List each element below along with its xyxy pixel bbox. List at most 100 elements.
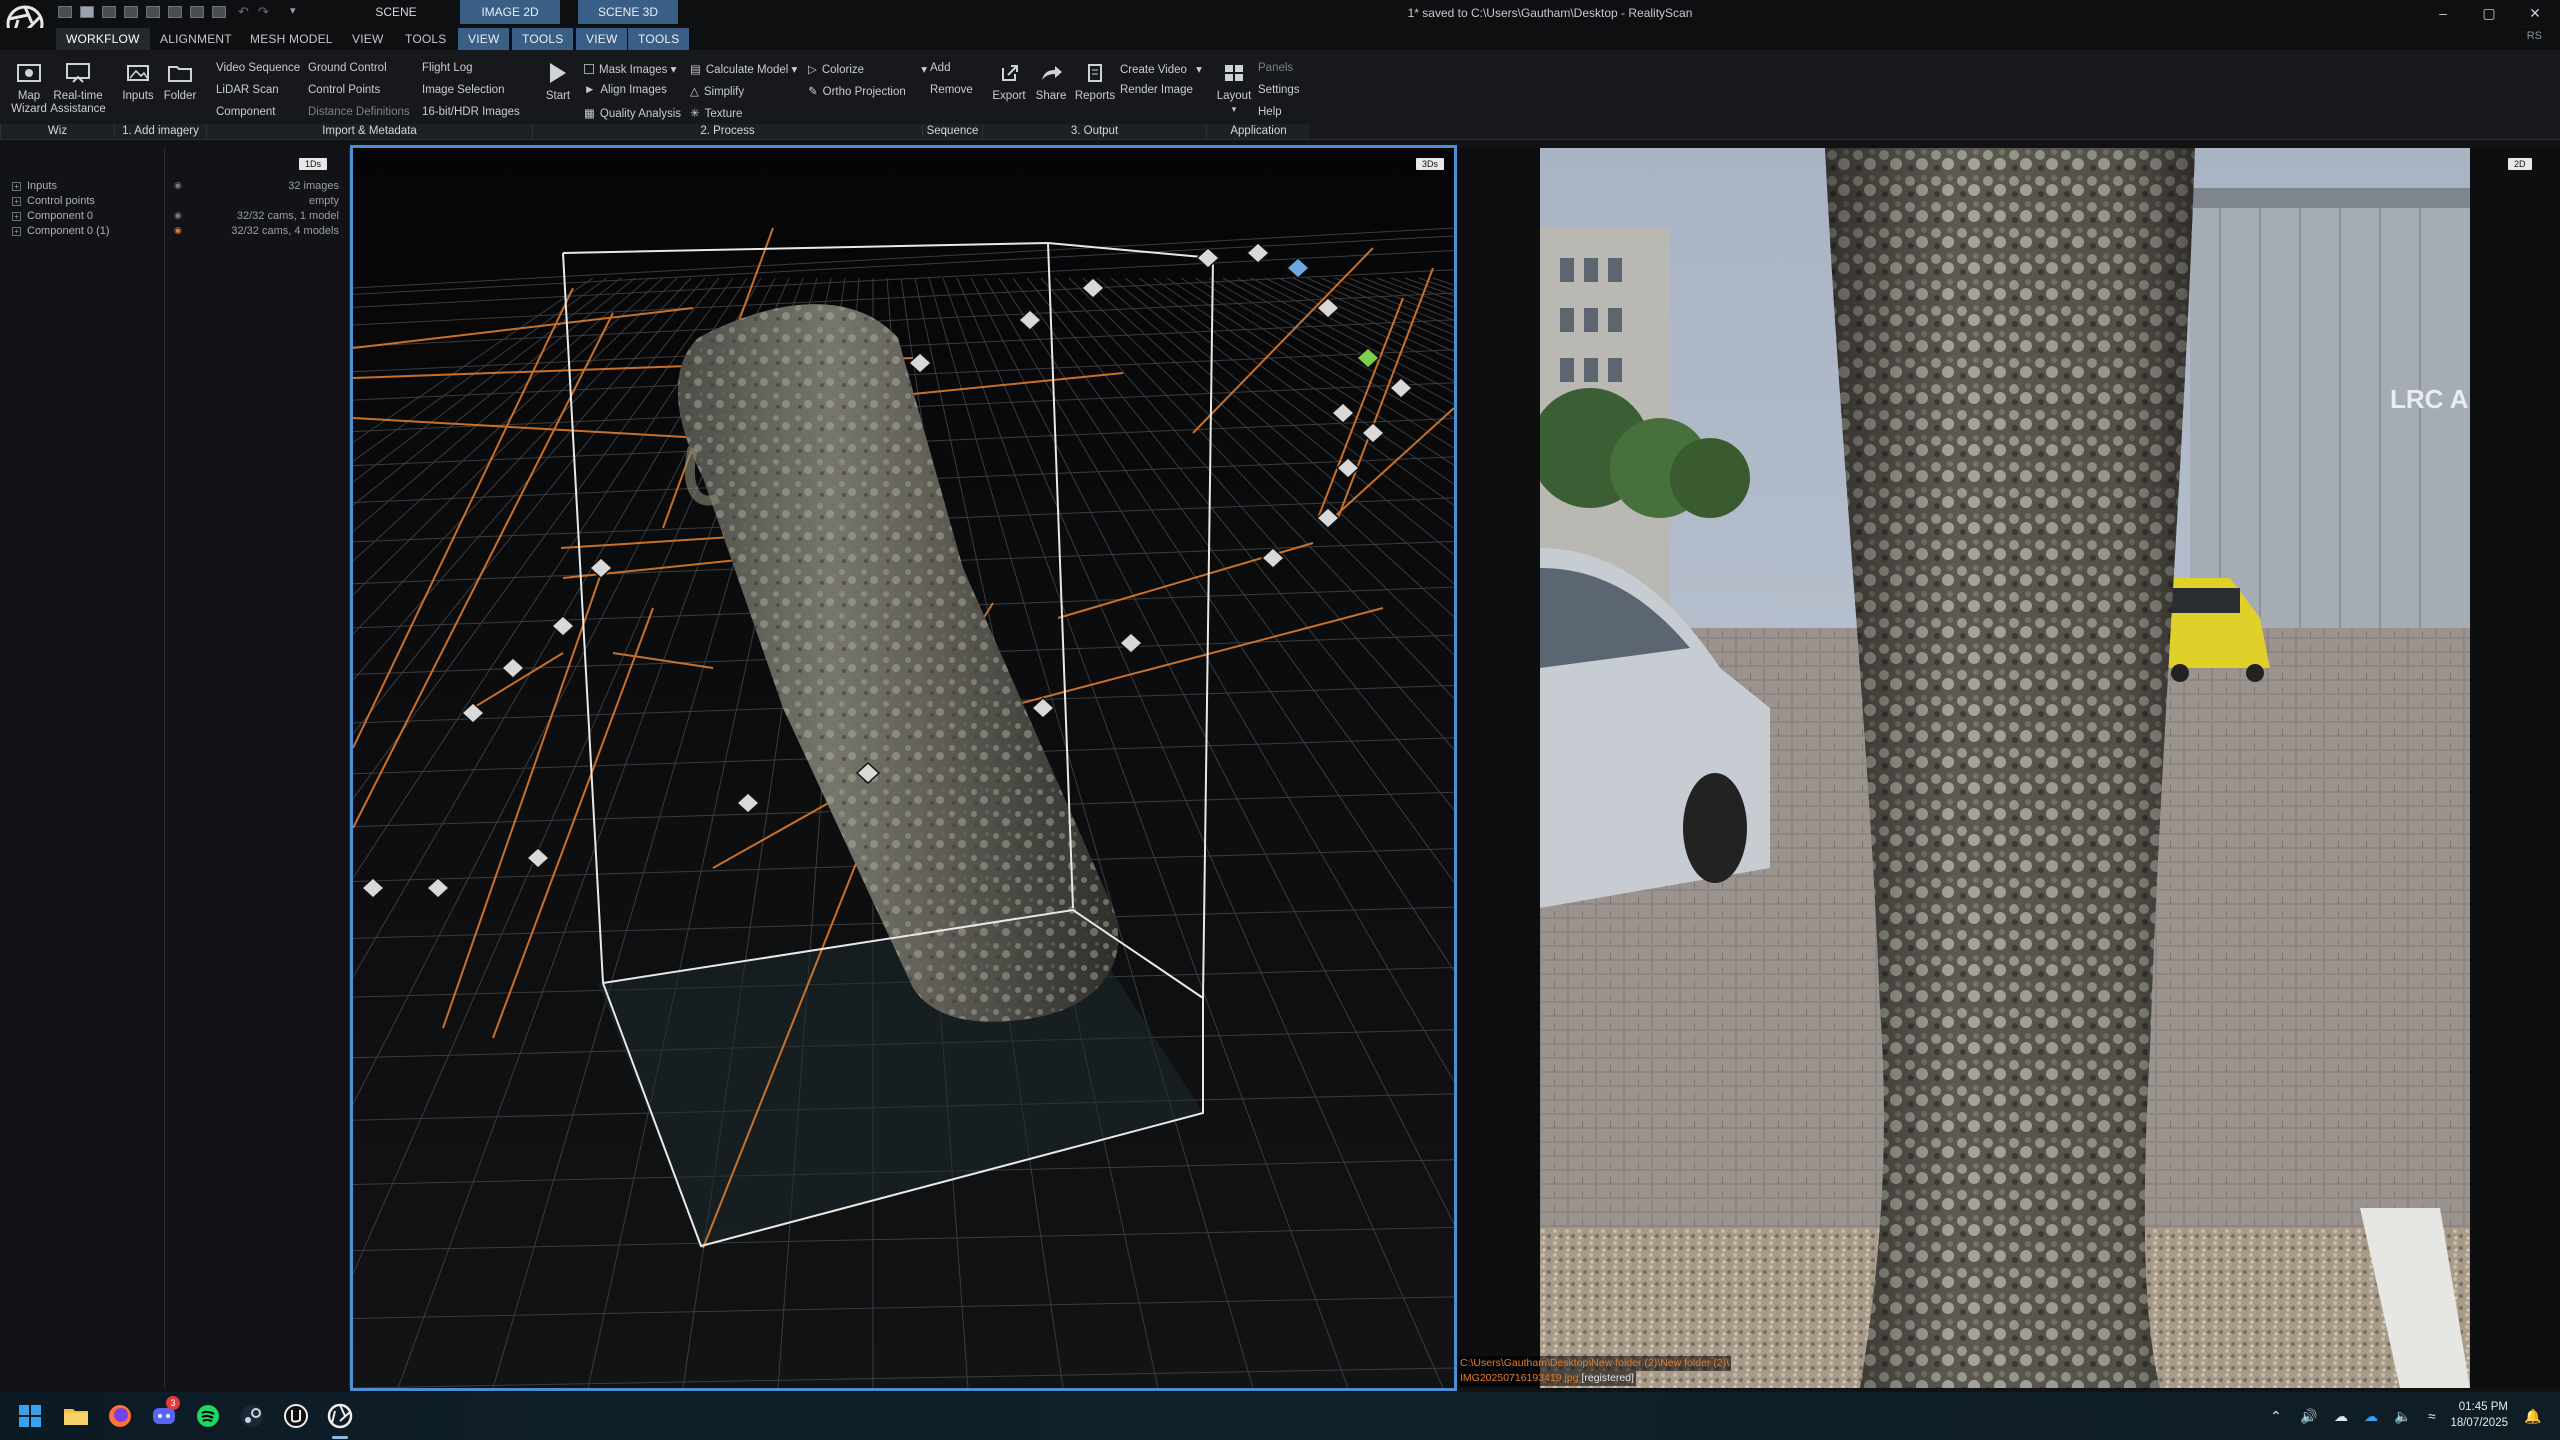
steam-icon[interactable] — [236, 1400, 268, 1432]
start-button[interactable]: Start — [540, 60, 576, 103]
tray-volume-icon[interactable]: 🔈 — [2394, 1408, 2411, 1425]
panels-button[interactable]: Panels — [1258, 62, 1293, 74]
calculate-model-button[interactable]: ▤ Calculate Model ▾ — [690, 62, 797, 76]
export-button[interactable]: Export — [988, 60, 1030, 103]
firefox-icon[interactable] — [104, 1400, 136, 1432]
layout-6-icon[interactable] — [168, 6, 182, 18]
spotify-icon[interactable] — [192, 1400, 224, 1432]
layout-3-icon[interactable] — [102, 6, 116, 18]
windows-start-icon[interactable] — [14, 1400, 46, 1432]
tray-onedrive-icon[interactable]: ☁ — [2364, 1408, 2378, 1425]
reports-icon — [1088, 64, 1102, 82]
tab-tools-2d[interactable]: TOOLS — [512, 28, 574, 50]
close-button[interactable]: ✕ — [2512, 0, 2558, 26]
layout-2-icon[interactable] — [80, 6, 94, 18]
map-wizard-button[interactable]: Map Wizard — [8, 60, 50, 116]
tray-cloud-icon[interactable]: ☁ — [2334, 1408, 2348, 1425]
sequence-add-button[interactable]: Add — [930, 62, 950, 74]
layout-1-icon[interactable] — [58, 6, 72, 18]
undo-icon[interactable]: ↶ — [238, 4, 249, 20]
tab-view-3d[interactable]: VIEW — [576, 28, 628, 50]
folder-button[interactable]: Folder — [160, 60, 200, 103]
tree-label-control-points: Control points — [27, 195, 95, 207]
tree-row-inputs[interactable]: + Inputs — [12, 180, 57, 192]
scene-3d-viewport[interactable]: 3Ds — [350, 145, 1457, 1391]
quality-analysis-button[interactable]: ▦ Quality Analysis — [584, 106, 681, 120]
tab-tools-3d[interactable]: TOOLS — [628, 28, 690, 50]
pane-badge-2d[interactable]: 2D — [2508, 158, 2532, 170]
tab-tools[interactable]: TOOLS — [395, 28, 456, 50]
sequence-remove-button[interactable]: Remove — [930, 84, 973, 96]
image-selection-button[interactable]: Image Selection — [422, 84, 504, 96]
right-gutter: 2D — [2470, 148, 2560, 1388]
hdr-images-button[interactable]: 16-bit/HDR Images — [422, 106, 520, 118]
pane-badge-3ds[interactable]: 3Ds — [1415, 158, 1444, 170]
align-images-button[interactable]: ► Align Images — [584, 84, 667, 96]
tab-scene-3d[interactable]: SCENE 3D — [578, 0, 678, 24]
texture-button[interactable]: ✳ Texture — [690, 106, 742, 120]
layout-5-icon[interactable] — [146, 6, 160, 18]
quick-access-menu-icon[interactable]: ▾ — [290, 4, 296, 17]
distance-definitions-button[interactable]: Distance Definitions — [308, 106, 410, 118]
video-sequence-button[interactable]: Video Sequence — [216, 62, 300, 74]
expand-icon[interactable]: + — [12, 227, 21, 236]
mask-images-button[interactable]: Mask Images ▾ — [584, 62, 676, 76]
realtime-assistance-button[interactable]: Real-time Assistance — [50, 60, 106, 116]
layout-4-icon[interactable] — [124, 6, 138, 18]
help-button[interactable]: Help — [1258, 106, 1282, 118]
share-button[interactable]: Share — [1030, 60, 1072, 103]
colorize-button[interactable]: ▷ Colorize ▾ — [808, 62, 927, 76]
tab-scene-1d[interactable]: SCENE 1D — [352, 0, 440, 43]
layout-8-icon[interactable] — [212, 6, 226, 18]
ground-control-button[interactable]: Ground Control — [308, 62, 387, 74]
ortho-projection-icon: ✎ — [808, 86, 818, 98]
realityscan-taskbar-icon[interactable] — [324, 1400, 356, 1432]
redo-icon[interactable]: ↷ — [258, 4, 269, 20]
inputs-button[interactable]: Inputs — [118, 60, 158, 103]
expand-icon[interactable]: + — [12, 212, 21, 221]
layout-7-icon[interactable] — [190, 6, 204, 18]
tab-view[interactable]: VIEW — [342, 28, 393, 50]
ortho-projection-button[interactable]: ✎ Ortho Projection — [808, 84, 906, 98]
texture-icon: ✳ — [690, 108, 700, 120]
rs-badge: RS — [2526, 30, 2542, 42]
tree-value-component-0: 32/32 cams, 1 model — [236, 210, 339, 222]
expand-icon[interactable]: + — [12, 197, 21, 206]
unreal-engine-icon[interactable] — [280, 1400, 312, 1432]
layout-label: Layout — [1216, 90, 1252, 102]
tray-chevron-icon[interactable]: ⌃ — [2270, 1408, 2282, 1425]
tree-value-inputs: 32 images — [288, 180, 339, 192]
notification-bell-icon[interactable]: 🔔 — [2524, 1408, 2541, 1425]
render-image-button[interactable]: Render Image — [1120, 84, 1193, 96]
window-title: 1* saved to C:\Users\Gautham\Desktop - R… — [1407, 6, 1693, 20]
building-sign-text: LRC A — [2390, 384, 2469, 414]
control-points-button[interactable]: Control Points — [308, 84, 380, 96]
tree-row-component-0[interactable]: + Component 0 — [12, 210, 93, 222]
reports-button[interactable]: Reports — [1072, 60, 1118, 103]
component-button[interactable]: Component — [216, 106, 275, 118]
pin-icon: ◉ — [174, 210, 182, 220]
tree-row-component-0-1[interactable]: + Component 0 (1) — [12, 225, 110, 237]
layout-button[interactable]: Layout ▾ — [1214, 60, 1254, 116]
flight-log-button[interactable]: Flight Log — [422, 62, 473, 74]
expand-icon[interactable]: + — [12, 182, 21, 191]
system-clock[interactable]: 01:45 PM 18/07/2025 — [2418, 1399, 2508, 1431]
simplify-button[interactable]: △ Simplify — [690, 84, 744, 98]
pane-badge-1ds[interactable]: 1Ds — [299, 158, 328, 170]
tab-mesh-model[interactable]: MESH MODEL — [240, 28, 343, 50]
tab-workflow[interactable]: WORKFLOW — [56, 28, 150, 50]
tab-image-2d[interactable]: IMAGE 2D — [460, 0, 560, 24]
tab-alignment[interactable]: ALIGNMENT — [150, 28, 242, 50]
create-video-button[interactable]: Create Video ▾ — [1120, 62, 1202, 76]
minimize-button[interactable]: – — [2420, 0, 2466, 26]
settings-button[interactable]: Settings — [1258, 84, 1300, 96]
maximize-button[interactable]: ▢ — [2466, 0, 2512, 26]
tray-speaker-icon[interactable]: 🔊 — [2300, 1408, 2317, 1425]
tab-view-2d[interactable]: VIEW — [458, 28, 510, 50]
tree-row-control-points[interactable]: + Control points — [12, 195, 95, 207]
lidar-scan-button[interactable]: LiDAR Scan — [216, 84, 279, 96]
photo-canvas: LRC A — [1540, 148, 2470, 1388]
file-explorer-icon[interactable] — [60, 1400, 92, 1432]
scene-3d-canvas[interactable] — [353, 148, 1454, 1388]
image-2d-viewport[interactable]: LRC A — [1540, 148, 2470, 1388]
